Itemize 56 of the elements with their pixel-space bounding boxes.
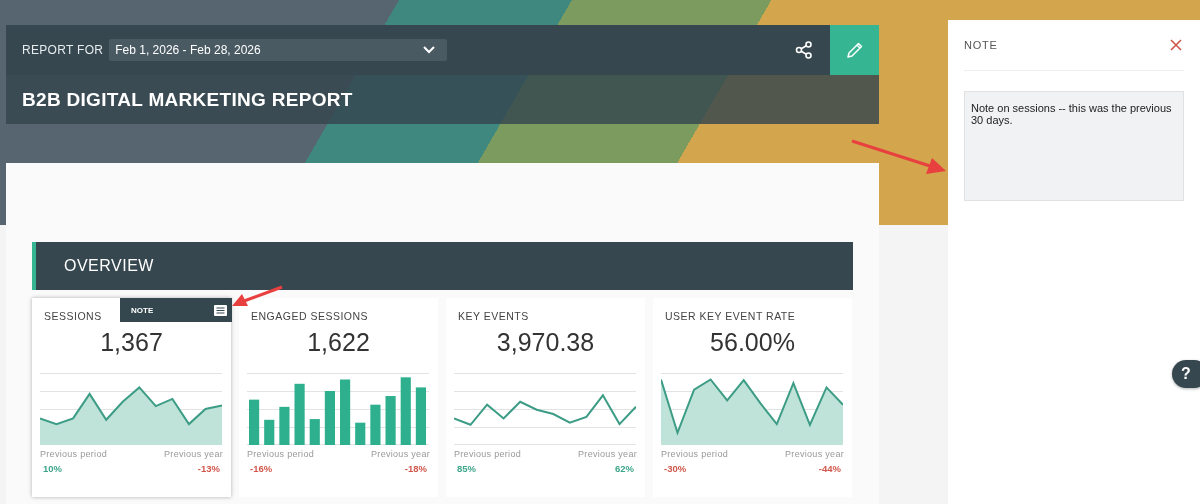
chart-bar [249, 399, 260, 445]
comparison-value: 10% [42, 463, 63, 474]
chart-bar [355, 422, 366, 445]
report-title: B2B DIGITAL MARKETING REPORT [22, 88, 353, 111]
metric-title: SESSIONS [43, 310, 102, 322]
date-range-dropdown[interactable]: Feb 1, 2026 - Feb 28, 2026 [109, 39, 448, 61]
chart-bar [309, 419, 320, 445]
chart-bar [294, 383, 305, 445]
note-tag[interactable]: NOTE [120, 298, 232, 322]
note-panel-title: NOTE [964, 39, 998, 51]
comparison-value: 85% [456, 463, 477, 474]
help-button[interactable]: ? [1172, 360, 1200, 388]
metric-card[interactable]: USER KEY EVENT RATE 56.00% Previous period -30% Previous year -44% [653, 298, 852, 497]
comparison-label: Previous period [247, 449, 315, 459]
chart-bar [264, 419, 275, 445]
chart-bar [415, 387, 426, 445]
chart-bar [340, 379, 351, 445]
metric-value: 56.00% [709, 328, 796, 357]
share-icon[interactable] [795, 41, 813, 59]
metric-value: 1,622 [306, 328, 371, 357]
chart-bar [324, 391, 335, 445]
metric-value: 3,970.38 [495, 328, 596, 357]
comparison-value: -13% [196, 463, 221, 474]
annotation-arrow [230, 285, 284, 309]
comparison-value: -44% [817, 463, 842, 474]
metric-title: KEY EVENTS [457, 310, 529, 322]
date-range: Feb 1, 2026 - Feb 28, 2026 [115, 43, 261, 57]
comparison-label: Previous period [40, 449, 108, 459]
pencil-icon [845, 41, 864, 59]
chart-bar [385, 396, 396, 445]
chart-bar [370, 404, 381, 445]
chart-bar [279, 406, 290, 445]
note-field[interactable]: Note on sessions -- this was the previous 30 days. [964, 91, 1184, 201]
comparison-label: Previous year [785, 449, 844, 459]
metric-value: 1,367 [99, 328, 164, 357]
close-icon[interactable] [1170, 39, 1182, 51]
metric-card[interactable]: NOTE SESSIONS 1,367 Previous period 10% Previous year -13% [32, 298, 231, 497]
comparison-label: Previous period [661, 449, 729, 459]
comparison-value: -16% [249, 463, 274, 474]
comparison-label: Previous year [371, 449, 430, 459]
chart-bar [400, 377, 411, 445]
note-tag-label: NOTE [131, 305, 154, 315]
comparison-label: Previous year [164, 449, 223, 459]
metric-title: USER KEY EVENT RATE [664, 310, 796, 322]
comparison-label: Previous year [578, 449, 637, 459]
comparison-value: 62% [614, 463, 635, 474]
metric-card[interactable]: KEY EVENTS 3,970.38 Previous period 85% Previous year 62% [446, 298, 645, 497]
comparison-label: Previous period [454, 449, 522, 459]
metric-title: ENGAGED SESSIONS [250, 310, 369, 322]
section-title: OVERVIEW [64, 257, 154, 275]
metric-card[interactable]: ENGAGED SESSIONS 1,622 Previous period -16% Previous year -18% [239, 298, 438, 497]
chevron-down-icon [423, 46, 436, 54]
report-for-label: REPORT FOR [22, 43, 104, 57]
comparison-value: -18% [403, 463, 428, 474]
comparison-value: -30% [663, 463, 688, 474]
note-icon [214, 304, 227, 316]
